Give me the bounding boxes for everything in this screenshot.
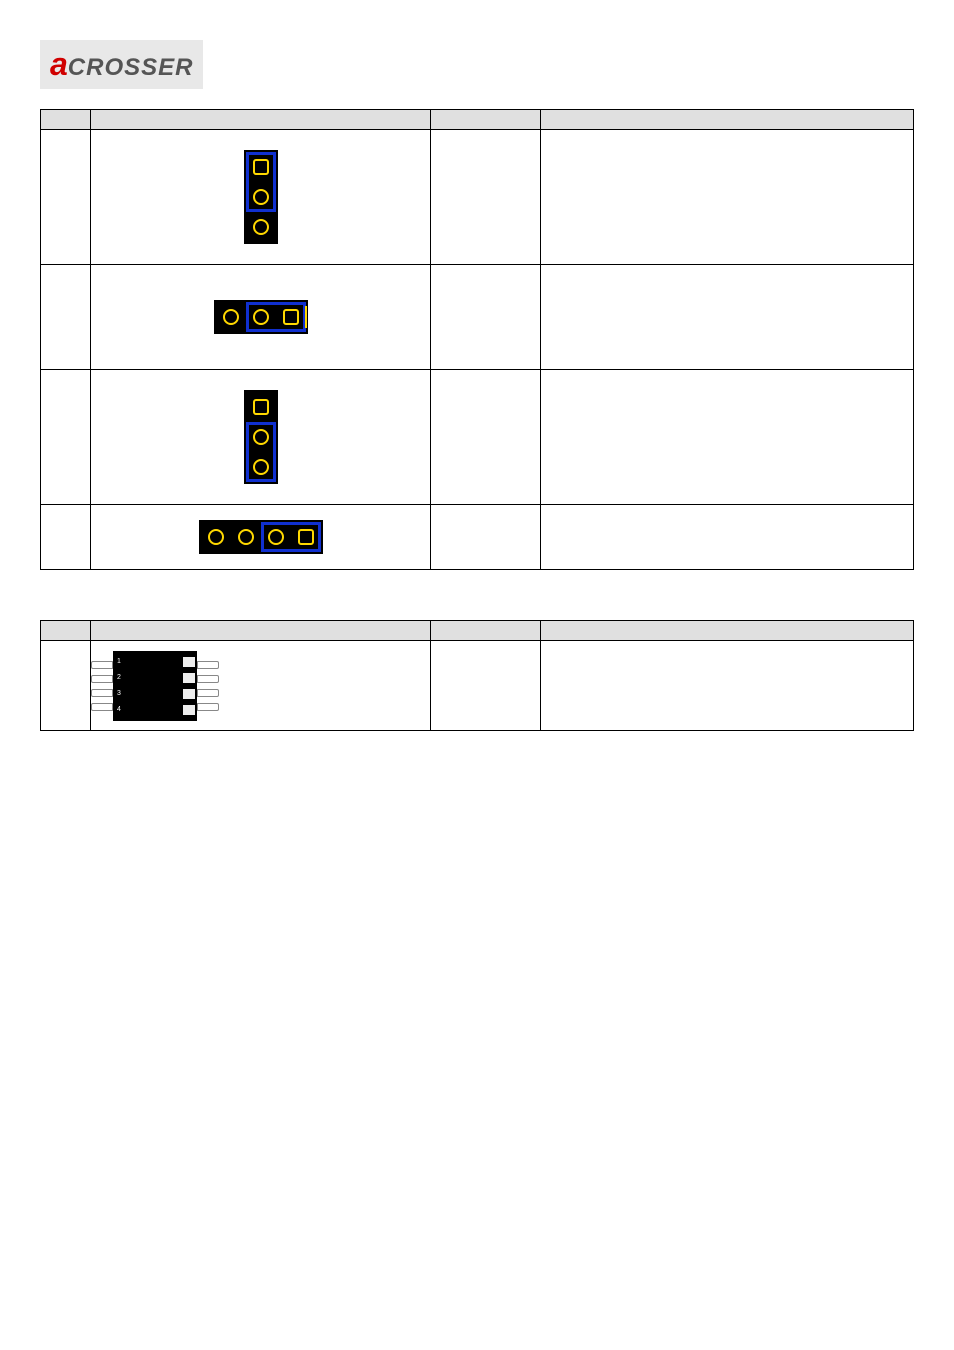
row-label xyxy=(41,130,91,265)
t1-header-4 xyxy=(541,110,914,130)
dip-leg xyxy=(91,661,113,669)
logo-letter: a xyxy=(50,46,68,82)
logo-text: CROSSER xyxy=(68,54,194,81)
jumper-vertical-3pin xyxy=(244,150,278,244)
dip-table-2: 1 2 3 4 xyxy=(40,620,914,731)
dip-number: 1 xyxy=(115,658,123,665)
t1-header-2 xyxy=(91,110,431,130)
dip-leg xyxy=(91,703,113,711)
row-desc xyxy=(541,370,914,505)
dip-leg xyxy=(197,675,219,683)
pin-1 xyxy=(246,152,276,182)
jumper-horizontal-4pin xyxy=(199,520,323,554)
dip-leg xyxy=(91,675,113,683)
row-label xyxy=(41,265,91,370)
table-row xyxy=(41,130,914,265)
row-jumper xyxy=(431,130,541,265)
t2-header-2 xyxy=(91,621,431,641)
pin-2 xyxy=(246,182,276,212)
jumper-diagram-cell xyxy=(91,370,431,505)
row-jumper xyxy=(431,265,541,370)
t2-header-1 xyxy=(41,621,91,641)
dip-slider-3 xyxy=(183,689,195,699)
row-desc xyxy=(541,505,914,570)
row-label xyxy=(41,370,91,505)
t2-header-3 xyxy=(431,621,541,641)
jumper-horizontal-3pin xyxy=(214,300,308,334)
table-row: 1 2 3 4 xyxy=(41,641,914,731)
dip-switch-4: 1 2 3 4 xyxy=(91,651,430,721)
logo: aCROSSER xyxy=(40,40,203,89)
pin-3 xyxy=(276,302,306,332)
jumper-diagram-cell xyxy=(91,505,431,570)
pin-3 xyxy=(246,452,276,482)
dip-slider-1 xyxy=(183,657,195,667)
row-desc xyxy=(541,130,914,265)
row-label xyxy=(41,641,91,731)
jumper-diagram-cell xyxy=(91,130,431,265)
pin-1 xyxy=(246,392,276,422)
pin-2 xyxy=(231,522,261,552)
t1-header-1 xyxy=(41,110,91,130)
pin-1 xyxy=(216,302,246,332)
row-jumper xyxy=(431,370,541,505)
dip-number: 2 xyxy=(115,674,123,681)
pin-3 xyxy=(246,212,276,242)
row-label xyxy=(41,505,91,570)
table-row xyxy=(41,370,914,505)
dip-leg xyxy=(197,703,219,711)
dip-number: 3 xyxy=(115,690,123,697)
pin-4 xyxy=(291,522,321,552)
row-jumper xyxy=(431,641,541,731)
pin-3 xyxy=(261,522,291,552)
row-jumper xyxy=(431,505,541,570)
t2-header-4 xyxy=(541,621,914,641)
table-row xyxy=(41,265,914,370)
row-desc xyxy=(541,265,914,370)
dip-leg xyxy=(91,689,113,697)
t1-header-3 xyxy=(431,110,541,130)
jumper-diagram-cell xyxy=(91,265,431,370)
dip-leg xyxy=(197,689,219,697)
dip-slider-2 xyxy=(183,673,195,683)
pin-1 xyxy=(201,522,231,552)
dip-number: 4 xyxy=(115,706,123,713)
table-row xyxy=(41,505,914,570)
dip-diagram-cell: 1 2 3 4 xyxy=(91,641,431,731)
dip-slider-4 xyxy=(183,705,195,715)
jumper-vertical-3pin xyxy=(244,390,278,484)
pin-2 xyxy=(246,302,276,332)
row-desc xyxy=(541,641,914,731)
dip-leg xyxy=(197,661,219,669)
jumper-table-1 xyxy=(40,109,914,570)
pin-2 xyxy=(246,422,276,452)
